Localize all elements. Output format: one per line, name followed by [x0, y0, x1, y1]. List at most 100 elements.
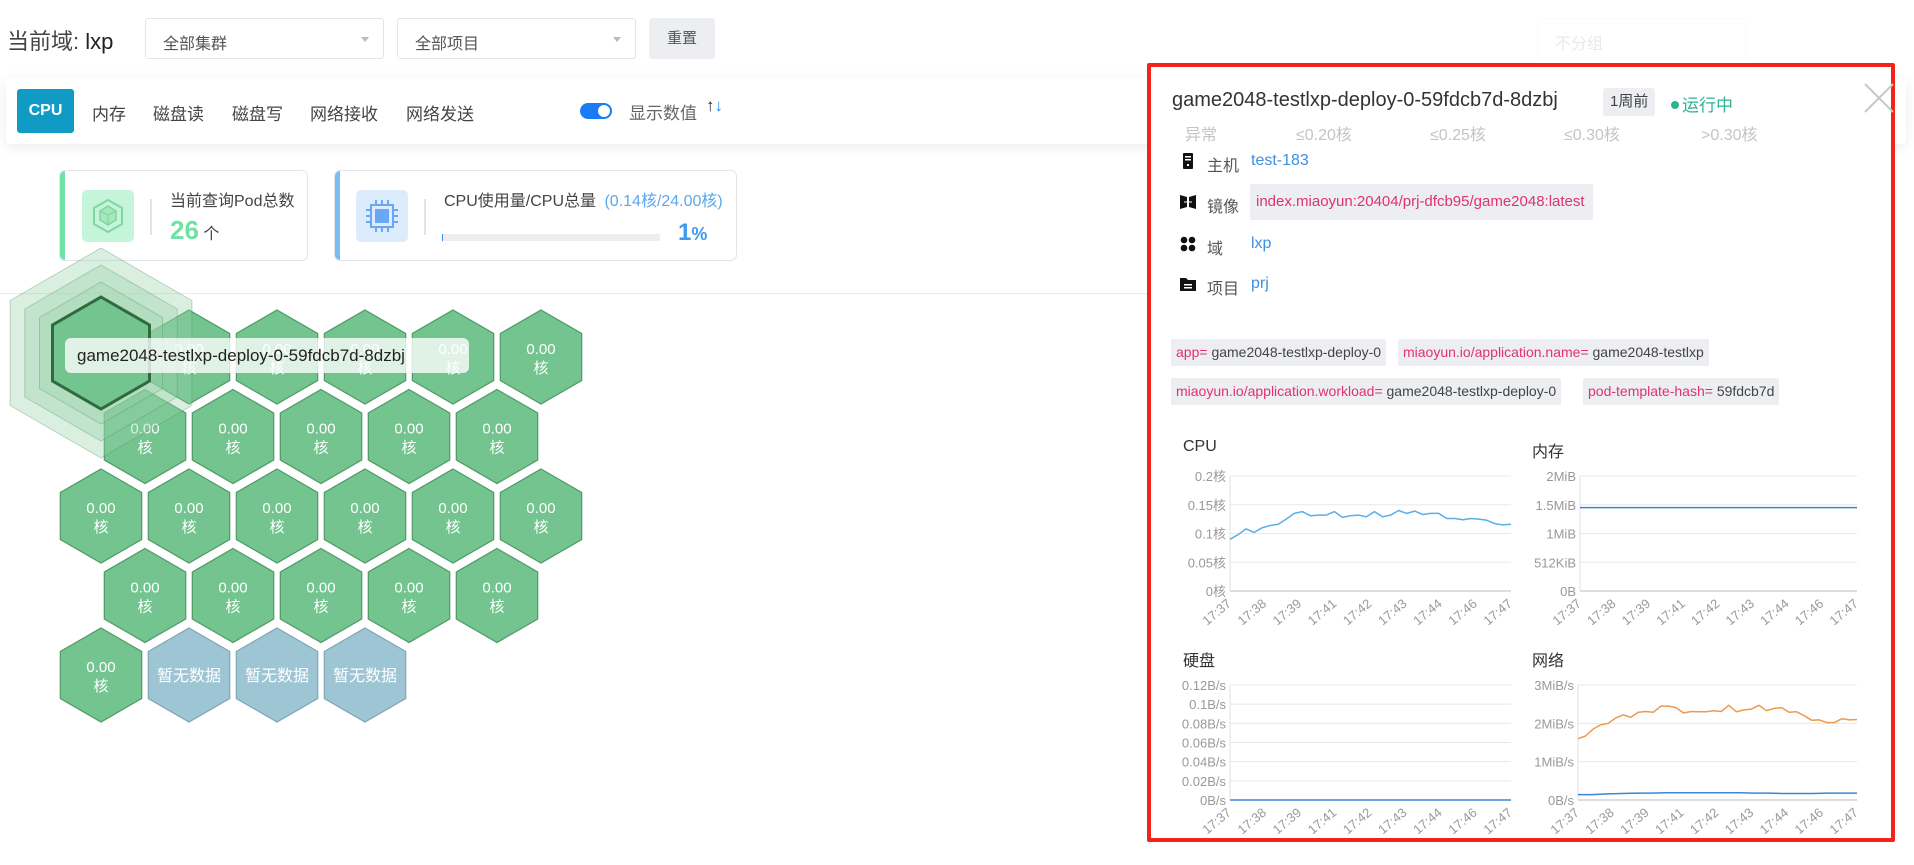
x-tick-label: 17:46 — [1445, 805, 1480, 837]
x-tick-label: 17:37 — [1199, 805, 1234, 837]
cluster-select[interactable]: 全部集群 — [145, 18, 384, 59]
tab-network-receive[interactable]: 网络接收 — [310, 100, 378, 125]
x-tick-label: 17:38 — [1584, 596, 1619, 628]
pod-hex[interactable]: 0.00 核 — [367, 547, 451, 644]
server-icon — [1183, 153, 1193, 169]
y-tick-label: 2MiB — [1546, 469, 1576, 484]
pod-hex[interactable]: 0.00 核 — [499, 309, 583, 405]
hex-unit: 核 — [401, 599, 416, 616]
tag-value: game2048-testlxp — [1592, 344, 1704, 360]
label-tag: miaoyun.io/application.workload= game204… — [1171, 378, 1562, 405]
hex-no-data: 暂无数据 — [157, 667, 221, 685]
pod-hex[interactable]: 0.00 核 — [323, 468, 407, 564]
x-tick-label: 17:41 — [1305, 596, 1340, 628]
tag-value: game2048-testlxp-deploy-0 — [1211, 344, 1382, 360]
pod-hex[interactable]: 暂无数据 — [235, 627, 319, 723]
x-tick-label: 17:41 — [1652, 805, 1687, 837]
current-domain-label: 当前域: — [7, 29, 80, 54]
hex-unit: 核 — [269, 519, 284, 536]
sort-icon[interactable]: ↑↓ — [706, 96, 723, 116]
hex-unit: 核 — [489, 599, 504, 616]
sort-down-icon: ↓ — [714, 96, 724, 115]
y-tick-label: 0.05核 — [1188, 555, 1226, 570]
x-tick-label: 17:37 — [1199, 596, 1234, 628]
series-line — [1577, 704, 1858, 740]
pod-hex[interactable]: 0.00 核 — [103, 547, 187, 644]
show-values-label: 显示数值 — [629, 104, 697, 123]
x-tick-label: 17:43 — [1375, 805, 1410, 837]
tag-value: game2048-testlxp-deploy-0 — [1386, 383, 1557, 399]
caret-down-icon — [613, 37, 621, 42]
tab-network-send[interactable]: 网络发送 — [406, 100, 474, 125]
group-select[interactable]: 不分组 — [1537, 18, 1746, 59]
pod-hex[interactable]: 0.00 核 — [411, 468, 495, 564]
tab-disk-write[interactable]: 磁盘写 — [232, 100, 283, 125]
show-values-toggle[interactable] — [580, 103, 612, 119]
project-select-value: 全部项目 — [415, 36, 480, 53]
pod-hex[interactable]: 0.00 核 — [147, 468, 231, 564]
pod-hex[interactable]: 暂无数据 — [147, 627, 231, 723]
project-link[interactable]: prj — [1251, 275, 1269, 293]
reset-button[interactable]: 重置 — [649, 18, 715, 59]
tab-disk-read[interactable]: 磁盘读 — [153, 100, 204, 125]
disk-chart: 硬盘 0B/s 0.02B/s 0.04B/s 0.06B/s 0.08B/s 0.1B/… — [1172, 645, 1517, 845]
pod-hex[interactable]: 0.00 核 — [367, 388, 451, 485]
hex-unit: 核 — [225, 599, 240, 616]
label-tag: pod-template-hash= 59fdcb7d — [1583, 378, 1780, 405]
project-select[interactable]: 全部项目 — [397, 18, 636, 59]
x-tick-label: 17:41 — [1653, 596, 1688, 628]
y-tick-label: 0.2核 — [1195, 469, 1226, 484]
series-line — [1578, 791, 1857, 796]
y-tick-label: 0.06B/s — [1182, 736, 1227, 751]
hex-unit: 核 — [401, 440, 416, 457]
tag-key: miaoyun.io/application.workload= — [1176, 383, 1383, 399]
y-tick-label: 0.12B/s — [1182, 678, 1227, 693]
pod-hex[interactable]: 0.00 核 — [59, 627, 143, 723]
close-icon[interactable] — [1863, 82, 1895, 114]
pod-hex[interactable]: 0.00 核 — [59, 468, 143, 564]
pod-hex[interactable]: 0.00 核 — [499, 468, 583, 564]
pod-hex[interactable]: 0.00 核 — [191, 547, 275, 644]
hex-unit: 核 — [181, 519, 196, 536]
domain-link[interactable]: lxp — [1251, 235, 1271, 253]
hex-unit: 核 — [313, 599, 328, 616]
pod-detail-panel: game2048-testlxp-deploy-0-59fdcb7d-8dzbj… — [1147, 63, 1895, 842]
memory-chart-svg: 0B512KiB1MiB1.5MiB2MiB17:37 17:38 17:39 17:… — [1534, 469, 1861, 628]
pod-hex[interactable]: 0.00 核 — [455, 547, 539, 644]
hex-value: 0.00 — [394, 580, 423, 597]
x-tick-label: 17:38 — [1234, 805, 1269, 837]
x-tick-label: 17:42 — [1688, 596, 1723, 628]
x-tick-label: 17:44 — [1757, 596, 1792, 628]
current-domain-value: lxp — [85, 29, 114, 54]
tag-key: miaoyun.io/application.name= — [1403, 344, 1589, 360]
tab-cpu[interactable]: CPU — [17, 89, 74, 133]
tab-memory[interactable]: 内存 — [92, 100, 126, 125]
pod-hex[interactable]: 0.00 核 — [279, 547, 363, 644]
host-link[interactable]: test-183 — [1251, 152, 1309, 170]
x-tick-label: 17:46 — [1445, 596, 1480, 628]
pod-hex[interactable]: 0.00 核 — [191, 388, 275, 485]
cpu-usage-percent: 1 — [678, 219, 692, 246]
label-tag: app= game2048-testlxp-deploy-0 — [1171, 339, 1387, 366]
pod-hex[interactable]: 0.00 核 — [235, 468, 319, 564]
tag-value: 59fdcb7d — [1716, 383, 1775, 399]
pod-status: 运行中 — [1671, 91, 1733, 116]
label-tag: miaoyun.io/application.name= game2048-te… — [1398, 339, 1709, 366]
hex-unit: 核 — [93, 678, 108, 695]
hex-value: 0.00 — [174, 500, 203, 517]
pod-hex[interactable]: 0.00 核 — [455, 388, 539, 485]
hex-value: 0.00 — [482, 580, 511, 597]
cpu-chart: CPU 0核 0.05核 0.1核 0.15核 0.2核 17:37 17:38 17:39 1… — [1172, 436, 1517, 636]
pod-hex[interactable]: 0.00 核 — [279, 388, 363, 485]
x-tick-label: 17:41 — [1305, 805, 1340, 837]
x-tick-label: 17:47 — [1480, 596, 1515, 628]
network-chart-svg: 0B/s1MiB/s2MiB/s3MiB/s17:37 17:38 17:39 17:… — [1534, 678, 1861, 837]
x-tick-label: 17:37 — [1549, 596, 1584, 628]
hex-unit: 核 — [533, 519, 548, 536]
y-tick-label: 0.1核 — [1195, 527, 1226, 542]
y-tick-label: 512KiB — [1534, 555, 1576, 570]
y-tick-label: 1MiB — [1546, 527, 1576, 542]
pod-hex[interactable]: 暂无数据 — [323, 627, 407, 723]
x-tick-label: 17:44 — [1757, 805, 1792, 837]
y-tick-label: 0.08B/s — [1182, 716, 1227, 731]
